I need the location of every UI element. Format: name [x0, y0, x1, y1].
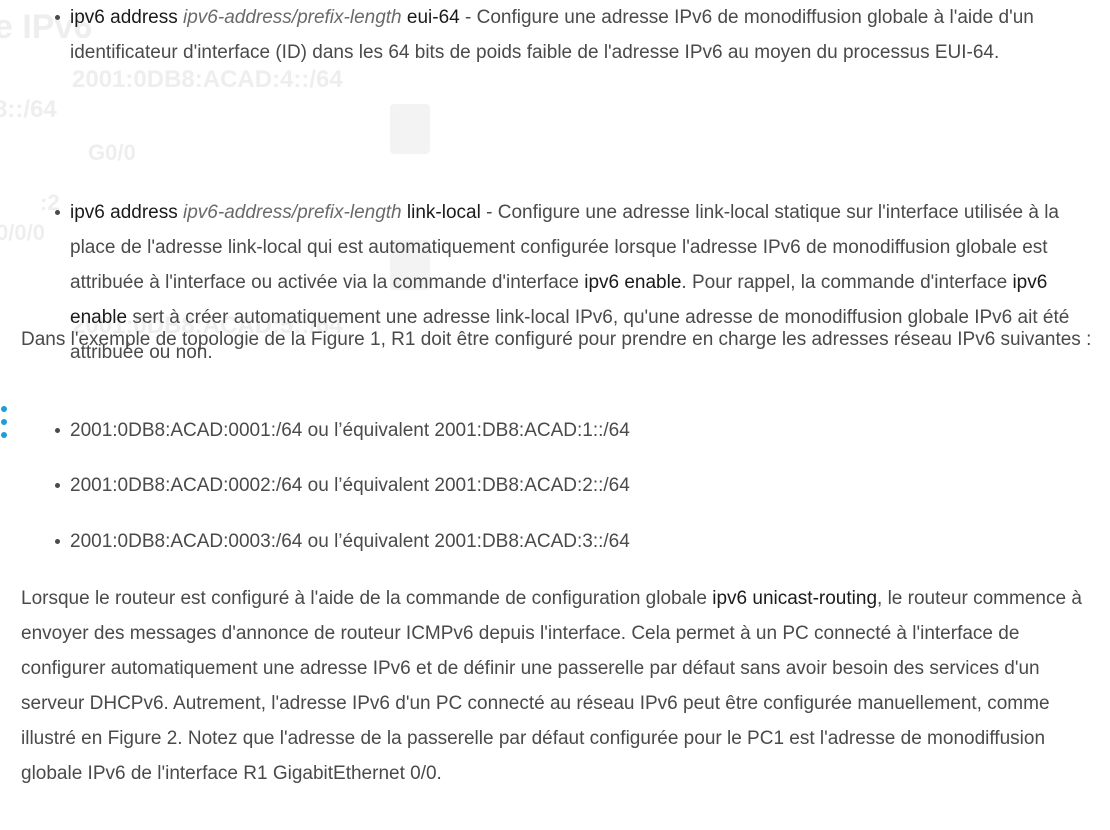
command-argument: ipv6-address/prefix-length: [183, 7, 402, 28]
paragraph: Dans l'exemple de topologie de la Figure…: [21, 329, 1092, 350]
paragraph-text: Lorsque le routeur est configuré à l'aid…: [21, 588, 713, 609]
article-content: ipv6 address ipv6-address/prefix-length …: [0, 0, 1110, 784]
command-text: ipv6 address: [70, 202, 178, 223]
command-list: ipv6 address ipv6-address/prefix-length …: [0, 0, 1110, 363]
command-text: ipv6 unicast-routing: [712, 588, 878, 609]
command-text: ipv6 enable: [584, 272, 682, 293]
paragraph: Lorsque le routeur est configuré à l'aid…: [21, 581, 1093, 791]
command-text: ipv6 address: [70, 7, 178, 28]
list-item: ipv6 address ipv6-address/prefix-length …: [55, 0, 1092, 70]
command-keyword: eui-64: [406, 7, 460, 28]
list-item: 2001:0DB8:ACAD:0001:/64 ou l’équivalent …: [55, 413, 630, 448]
command-argument: ipv6-address/prefix-length: [183, 202, 402, 223]
command-keyword: link-local: [406, 202, 481, 223]
paragraph-text: , le routeur commence à envoyer des mess…: [21, 588, 1082, 784]
item-description: . Pour rappel, la commande d'interface: [681, 272, 1013, 293]
list-item: 2001:0DB8:ACAD:0002:/64 ou l’équivalent …: [55, 468, 630, 503]
vertical-dots-icon[interactable]: [0, 404, 8, 440]
list-item: 2001:0DB8:ACAD:0003:/64 ou l’équivalent …: [55, 524, 630, 559]
